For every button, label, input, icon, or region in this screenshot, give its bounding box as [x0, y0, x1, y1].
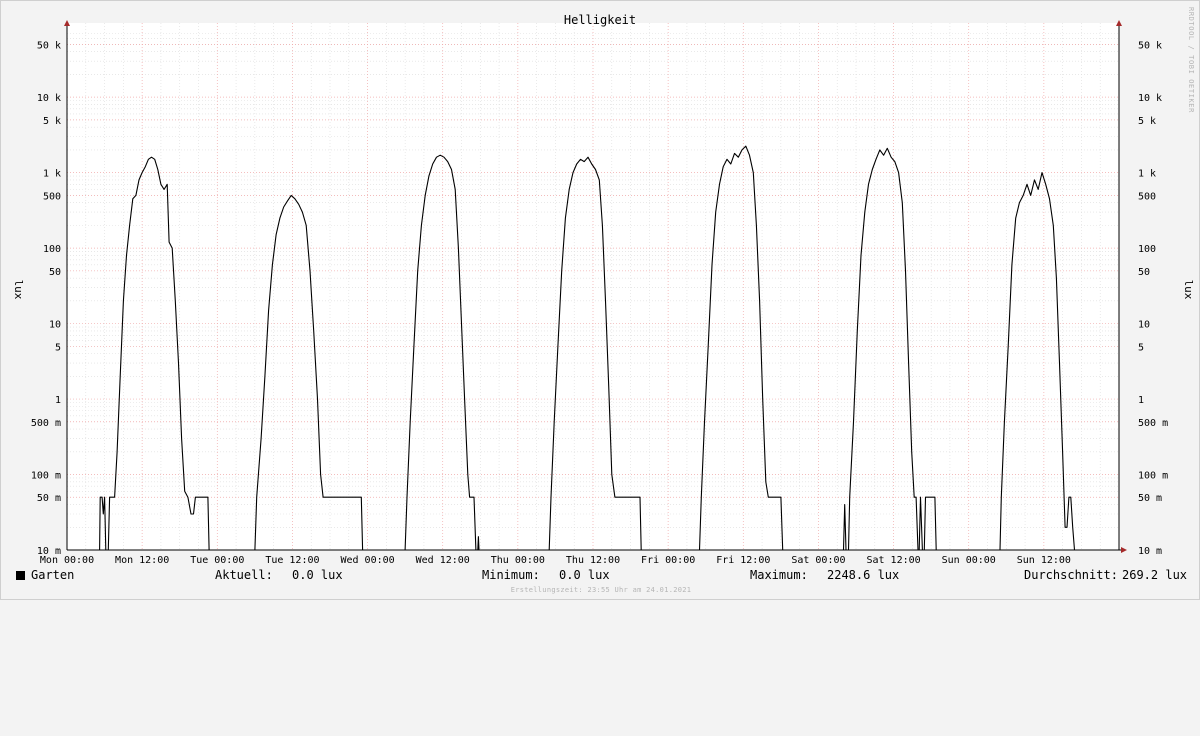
y-tick-label-right: 100: [1138, 244, 1156, 255]
legend: Garten Aktuell: 0.0 lux Minimum: 0.0 lux…: [16, 568, 1191, 586]
y-tick-label: 100: [43, 244, 61, 255]
y-tick-label: 500 m: [31, 418, 61, 429]
y-tick-label-right: 1 k: [1138, 169, 1156, 180]
y-tick-label: 50 m: [37, 493, 61, 504]
x-tick-label: Sat 00:00: [791, 555, 845, 566]
x-tick-label: Thu 00:00: [491, 555, 545, 566]
y-tick-label-right: 100 m: [1138, 471, 1168, 482]
y-tick-label-right: 10 m: [1138, 546, 1162, 557]
min-label: Minimum:: [482, 568, 540, 582]
y-tick-label: 50 k: [37, 40, 61, 51]
y-tick-label: 50: [49, 267, 61, 278]
x-tick-label: Wed 00:00: [340, 555, 394, 566]
x-tick-label: Mon 00:00: [40, 555, 94, 566]
x-tick-label: Sun 12:00: [1017, 555, 1071, 566]
series-name: Garten: [31, 568, 75, 582]
x-tick-label: Tue 12:00: [265, 555, 319, 566]
y-tick-label: 5: [55, 342, 61, 353]
y-tick-label: 10 k: [37, 93, 61, 104]
y-tick-label-right: 10 k: [1138, 93, 1162, 104]
avg-value: 269.2 lux: [1122, 568, 1188, 582]
y-tick-label: 5 k: [43, 116, 61, 127]
x-tick-label: Sun 00:00: [942, 555, 996, 566]
max-label: Maximum:: [750, 568, 808, 582]
current-value: 0.0 lux: [292, 568, 343, 582]
y-tick-label-right: 50: [1138, 267, 1150, 278]
y-tick-label-right: 500: [1138, 191, 1156, 202]
x-tick-label: Mon 12:00: [115, 555, 169, 566]
creation-time-footer: Erstellungszeit: 23:55 Uhr am 24.01.2021: [510, 586, 692, 594]
x-tick-label: Tue 00:00: [190, 555, 244, 566]
x-tick-label: Fri 00:00: [641, 555, 695, 566]
series-swatch: [16, 571, 25, 580]
y-tick-label-right: 5 k: [1138, 116, 1156, 127]
y-tick-label-right: 500 m: [1138, 418, 1168, 429]
x-tick-label: Sat 12:00: [866, 555, 920, 566]
y-tick-label-right: 50 k: [1138, 40, 1162, 51]
avg-label: Durchschnitt:: [1024, 568, 1118, 582]
y-tick-label-right: 50 m: [1138, 493, 1162, 504]
x-axis-arrow: [1121, 547, 1127, 553]
y-axis-label-right: lux: [1182, 280, 1195, 300]
y-tick-label: 1: [55, 395, 61, 406]
x-tick-label: Thu 12:00: [566, 555, 620, 566]
y-tick-label: 1 k: [43, 169, 61, 180]
y-tick-label: 100 m: [31, 471, 61, 482]
y-axis-label: lux: [12, 280, 25, 300]
x-tick-label: Wed 12:00: [416, 555, 470, 566]
current-label: Aktuell:: [215, 568, 273, 582]
chart-title: Helligkeit: [564, 13, 636, 27]
min-value: 0.0 lux: [559, 568, 610, 582]
max-value: 2248.6 lux: [827, 568, 900, 582]
rrdtool-watermark: RRDTOOL / TOBI OETIKER: [1187, 7, 1195, 113]
y-tick-label-right: 10: [1138, 320, 1150, 331]
y-tick-label-right: 1: [1138, 395, 1144, 406]
y-tick-label-right: 5: [1138, 342, 1144, 353]
chart-svg: 10 m 10 m50 m 50 m100 m 100 m500 m 500 m1 15 5…: [12, 13, 1195, 566]
y-tick-label: 500: [43, 191, 61, 202]
x-tick-label: Fri 12:00: [716, 555, 770, 566]
y-tick-label: 10: [49, 320, 61, 331]
chart-window: 10 m 10 m 50 m 50 m 100 m 100 m 500 m 500 m1155…: [0, 0, 1200, 600]
